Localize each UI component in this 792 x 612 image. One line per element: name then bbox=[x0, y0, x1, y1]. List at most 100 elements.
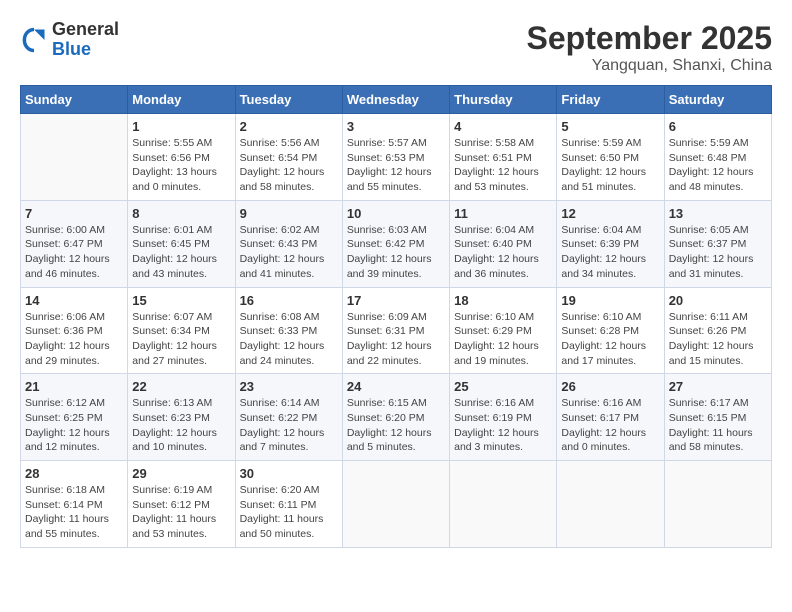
day-info: Sunrise: 6:18 AM Sunset: 6:14 PM Dayligh… bbox=[25, 483, 123, 542]
day-info: Sunrise: 6:07 AM Sunset: 6:34 PM Dayligh… bbox=[132, 310, 230, 369]
calendar-cell: 24 Sunrise: 6:15 AM Sunset: 6:20 PM Dayli… bbox=[342, 374, 449, 461]
day-number: 21 bbox=[25, 379, 123, 394]
day-info: Sunrise: 6:00 AM Sunset: 6:47 PM Dayligh… bbox=[25, 223, 123, 282]
calendar-cell: 11Sunrise: 6:04 AM Sunset: 6:40 PM Dayli… bbox=[450, 200, 557, 287]
calendar-cell: 18Sunrise: 6:10 AM Sunset: 6:29 PM Dayli… bbox=[450, 287, 557, 374]
day-number: 4 bbox=[454, 119, 552, 134]
title-block: September 2025 Yangquan, Shanxi, China bbox=[527, 20, 772, 75]
calendar-cell: 14Sunrise: 6:06 AM Sunset: 6:36 PM Dayli… bbox=[21, 287, 128, 374]
calendar-cell bbox=[664, 461, 771, 548]
calendar-table: SundayMondayTuesdayWednesdayThursdayFrid… bbox=[20, 85, 772, 548]
calendar-cell: 1Sunrise: 5:55 AM Sunset: 6:56 PM Daylig… bbox=[128, 114, 235, 201]
calendar-cell: 7Sunrise: 6:00 AM Sunset: 6:47 PM Daylig… bbox=[21, 200, 128, 287]
weekday-header-monday: Monday bbox=[128, 86, 235, 114]
calendar-cell: 23 Sunrise: 6:14 AM Sunset: 6:22 PM Dayli… bbox=[235, 374, 342, 461]
day-number: 19 bbox=[561, 293, 659, 308]
calendar-cell: 22 Sunrise: 6:13 AM Sunset: 6:23 PM Dayli… bbox=[128, 374, 235, 461]
day-number: 26 bbox=[561, 379, 659, 394]
calendar-cell: 12Sunrise: 6:04 AM Sunset: 6:39 PM Dayli… bbox=[557, 200, 664, 287]
day-number: 12 bbox=[561, 206, 659, 221]
weekday-header-tuesday: Tuesday bbox=[235, 86, 342, 114]
day-info: Sunrise: 6:01 AM Sunset: 6:45 PM Dayligh… bbox=[132, 223, 230, 282]
day-number: 17 bbox=[347, 293, 445, 308]
day-info: Sunrise: 5:57 AM Sunset: 6:53 PM Dayligh… bbox=[347, 136, 445, 195]
weekday-header-sunday: Sunday bbox=[21, 86, 128, 114]
day-info: Sunrise: 6:08 AM Sunset: 6:33 PM Dayligh… bbox=[240, 310, 338, 369]
weekday-header-wednesday: Wednesday bbox=[342, 86, 449, 114]
weekday-header-thursday: Thursday bbox=[450, 86, 557, 114]
calendar-cell bbox=[557, 461, 664, 548]
calendar-cell: 16 Sunrise: 6:08 AM Sunset: 6:33 PM Dayli… bbox=[235, 287, 342, 374]
weekday-header-saturday: Saturday bbox=[664, 86, 771, 114]
calendar-cell: 8Sunrise: 6:01 AM Sunset: 6:45 PM Daylig… bbox=[128, 200, 235, 287]
day-info: Sunrise: 5:58 AM Sunset: 6:51 PM Dayligh… bbox=[454, 136, 552, 195]
calendar-cell: 19 Sunrise: 6:10 AM Sunset: 6:28 PM Dayli… bbox=[557, 287, 664, 374]
weekday-header-friday: Friday bbox=[557, 86, 664, 114]
day-info: Sunrise: 6:02 AM Sunset: 6:43 PM Dayligh… bbox=[240, 223, 338, 282]
calendar-cell: 28Sunrise: 6:18 AM Sunset: 6:14 PM Dayli… bbox=[21, 461, 128, 548]
day-number: 25 bbox=[454, 379, 552, 394]
day-info: Sunrise: 6:10 AM Sunset: 6:29 PM Dayligh… bbox=[454, 310, 552, 369]
day-number: 2 bbox=[240, 119, 338, 134]
calendar-cell bbox=[342, 461, 449, 548]
calendar-cell: 4 Sunrise: 5:58 AM Sunset: 6:51 PM Daylig… bbox=[450, 114, 557, 201]
week-row-3: 14Sunrise: 6:06 AM Sunset: 6:36 PM Dayli… bbox=[21, 287, 772, 374]
calendar-cell: 30Sunrise: 6:20 AM Sunset: 6:11 PM Dayli… bbox=[235, 461, 342, 548]
page-header: General Blue September 2025 Yangquan, Sh… bbox=[20, 20, 772, 75]
calendar-cell: 13Sunrise: 6:05 AM Sunset: 6:37 PM Dayli… bbox=[664, 200, 771, 287]
calendar-cell bbox=[21, 114, 128, 201]
month-title: September 2025 bbox=[527, 20, 772, 57]
day-info: Sunrise: 6:17 AM Sunset: 6:15 PM Dayligh… bbox=[669, 396, 767, 455]
day-info: Sunrise: 5:55 AM Sunset: 6:56 PM Dayligh… bbox=[132, 136, 230, 195]
day-number: 3 bbox=[347, 119, 445, 134]
day-info: Sunrise: 6:03 AM Sunset: 6:42 PM Dayligh… bbox=[347, 223, 445, 282]
day-number: 15 bbox=[132, 293, 230, 308]
day-info: Sunrise: 5:59 AM Sunset: 6:48 PM Dayligh… bbox=[669, 136, 767, 195]
day-info: Sunrise: 6:09 AM Sunset: 6:31 PM Dayligh… bbox=[347, 310, 445, 369]
calendar-cell: 29 Sunrise: 6:19 AM Sunset: 6:12 PM Dayli… bbox=[128, 461, 235, 548]
calendar-cell: 27 Sunrise: 6:17 AM Sunset: 6:15 PM Dayli… bbox=[664, 374, 771, 461]
day-info: Sunrise: 6:04 AM Sunset: 6:40 PM Dayligh… bbox=[454, 223, 552, 282]
calendar-cell: 17 Sunrise: 6:09 AM Sunset: 6:31 PM Dayli… bbox=[342, 287, 449, 374]
calendar-cell: 25Sunrise: 6:16 AM Sunset: 6:19 PM Dayli… bbox=[450, 374, 557, 461]
day-info: Sunrise: 6:10 AM Sunset: 6:28 PM Dayligh… bbox=[561, 310, 659, 369]
day-number: 30 bbox=[240, 466, 338, 481]
day-number: 24 bbox=[347, 379, 445, 394]
logo: General Blue bbox=[20, 20, 119, 60]
day-number: 27 bbox=[669, 379, 767, 394]
day-info: Sunrise: 5:56 AM Sunset: 6:54 PM Dayligh… bbox=[240, 136, 338, 195]
calendar-cell: 21 Sunrise: 6:12 AM Sunset: 6:25 PM Dayli… bbox=[21, 374, 128, 461]
logo-icon bbox=[20, 26, 48, 54]
day-info: Sunrise: 6:12 AM Sunset: 6:25 PM Dayligh… bbox=[25, 396, 123, 455]
day-number: 14 bbox=[25, 293, 123, 308]
day-info: Sunrise: 6:05 AM Sunset: 6:37 PM Dayligh… bbox=[669, 223, 767, 282]
week-row-1: 1Sunrise: 5:55 AM Sunset: 6:56 PM Daylig… bbox=[21, 114, 772, 201]
calendar-cell: 10 Sunrise: 6:03 AM Sunset: 6:42 PM Dayli… bbox=[342, 200, 449, 287]
day-number: 16 bbox=[240, 293, 338, 308]
day-number: 5 bbox=[561, 119, 659, 134]
calendar-cell: 26 Sunrise: 6:16 AM Sunset: 6:17 PM Dayli… bbox=[557, 374, 664, 461]
location: Yangquan, Shanxi, China bbox=[527, 57, 772, 75]
calendar-cell: 2 Sunrise: 5:56 AM Sunset: 6:54 PM Daylig… bbox=[235, 114, 342, 201]
day-number: 10 bbox=[347, 206, 445, 221]
day-info: Sunrise: 6:14 AM Sunset: 6:22 PM Dayligh… bbox=[240, 396, 338, 455]
day-info: Sunrise: 6:11 AM Sunset: 6:26 PM Dayligh… bbox=[669, 310, 767, 369]
calendar-cell: 15 Sunrise: 6:07 AM Sunset: 6:34 PM Dayli… bbox=[128, 287, 235, 374]
day-info: Sunrise: 5:59 AM Sunset: 6:50 PM Dayligh… bbox=[561, 136, 659, 195]
day-number: 9 bbox=[240, 206, 338, 221]
day-number: 22 bbox=[132, 379, 230, 394]
calendar-cell: 5 Sunrise: 5:59 AM Sunset: 6:50 PM Daylig… bbox=[557, 114, 664, 201]
day-info: Sunrise: 6:16 AM Sunset: 6:17 PM Dayligh… bbox=[561, 396, 659, 455]
day-info: Sunrise: 6:19 AM Sunset: 6:12 PM Dayligh… bbox=[132, 483, 230, 542]
week-row-5: 28Sunrise: 6:18 AM Sunset: 6:14 PM Dayli… bbox=[21, 461, 772, 548]
calendar-cell bbox=[450, 461, 557, 548]
calendar-cell: 3 Sunrise: 5:57 AM Sunset: 6:53 PM Daylig… bbox=[342, 114, 449, 201]
calendar-cell: 9 Sunrise: 6:02 AM Sunset: 6:43 PM Daylig… bbox=[235, 200, 342, 287]
day-info: Sunrise: 6:13 AM Sunset: 6:23 PM Dayligh… bbox=[132, 396, 230, 455]
day-number: 23 bbox=[240, 379, 338, 394]
week-row-2: 7Sunrise: 6:00 AM Sunset: 6:47 PM Daylig… bbox=[21, 200, 772, 287]
calendar-cell: 6Sunrise: 5:59 AM Sunset: 6:48 PM Daylig… bbox=[664, 114, 771, 201]
day-info: Sunrise: 6:15 AM Sunset: 6:20 PM Dayligh… bbox=[347, 396, 445, 455]
day-number: 29 bbox=[132, 466, 230, 481]
logo-text: General Blue bbox=[52, 20, 119, 60]
